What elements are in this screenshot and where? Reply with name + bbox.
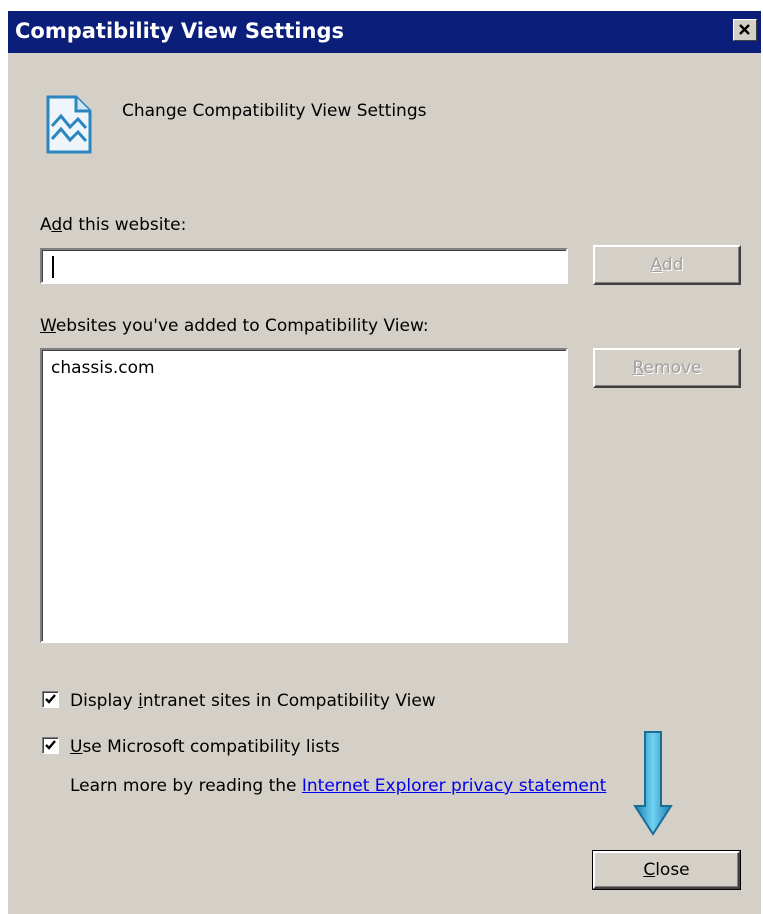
- checkmark-icon: [45, 740, 56, 750]
- compatibility-view-icon: [46, 95, 92, 154]
- ms-lists-checkbox[interactable]: [42, 737, 59, 754]
- header-text: Change Compatibility View Settings: [122, 101, 427, 121]
- close-button[interactable]: Close: [592, 850, 741, 890]
- checkmark-icon: [45, 694, 56, 704]
- add-website-input[interactable]: [40, 248, 568, 284]
- ms-lists-label[interactable]: Use Microsoft compatibility lists: [70, 737, 340, 757]
- close-icon: [739, 24, 750, 35]
- websites-listbox[interactable]: chassis.com: [40, 348, 568, 643]
- title-close-button[interactable]: [733, 19, 757, 41]
- add-website-label: Add this website:: [40, 215, 187, 235]
- learn-more-text: Learn more by reading the Internet Explo…: [70, 776, 607, 796]
- intranet-label[interactable]: Display intranet sites in Compatibility …: [70, 691, 436, 711]
- intranet-checkbox[interactable]: [42, 691, 59, 708]
- websites-list-label: Websites you've added to Compatibility V…: [40, 316, 429, 336]
- remove-button[interactable]: Remove: [593, 348, 741, 388]
- list-item[interactable]: chassis.com: [51, 358, 155, 378]
- add-button[interactable]: Add: [593, 245, 741, 285]
- down-arrow-icon: [633, 731, 673, 836]
- privacy-statement-link[interactable]: Internet Explorer privacy statement: [302, 776, 606, 796]
- window-title: Compatibility View Settings: [15, 19, 344, 43]
- title-bar[interactable]: Compatibility View Settings: [8, 11, 761, 53]
- text-caret: [52, 256, 54, 278]
